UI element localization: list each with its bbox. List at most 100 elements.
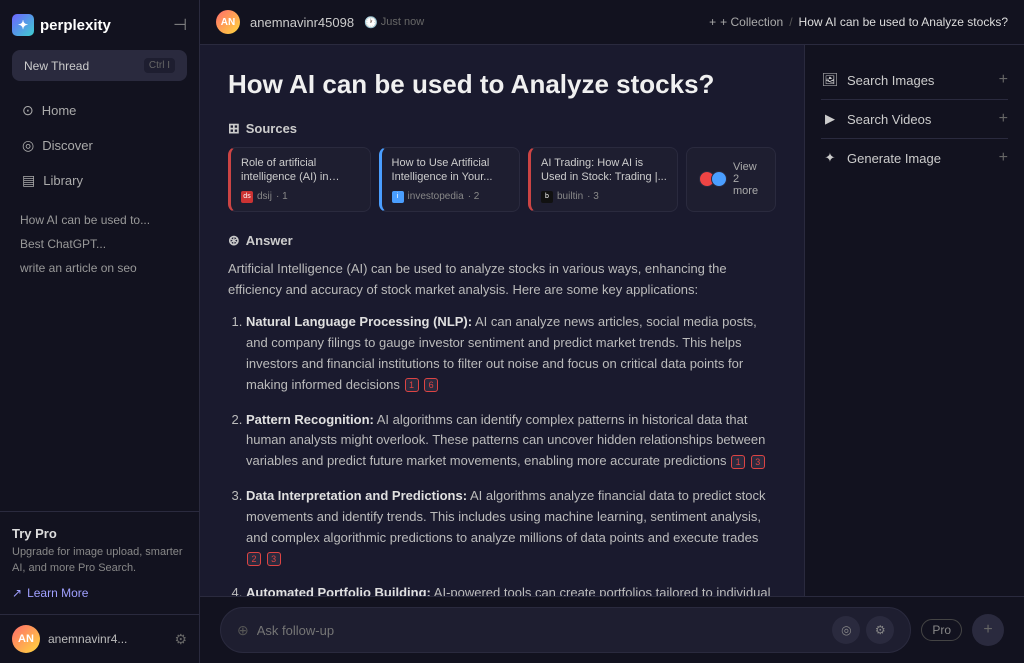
sidebar-item-discover-label: Discover: [42, 138, 93, 153]
sidebar-header: ✦ perplexity ⊣: [0, 0, 199, 50]
answer-header: ⊛ Answer: [228, 232, 776, 249]
answer-intro: Artificial Intelligence (AI) can be used…: [228, 259, 776, 301]
list-item: Pattern Recognition: AI algorithms can i…: [246, 410, 776, 472]
citation[interactable]: 6: [424, 378, 438, 392]
home-icon: ⊙: [22, 102, 34, 119]
plus-icon: +: [709, 15, 716, 29]
source-meta-1: ds dsij · 1: [241, 191, 360, 203]
new-thread-button[interactable]: New Thread Ctrl I: [12, 50, 187, 81]
view-more-avatars: [699, 171, 727, 187]
mode-icons: ◎ ⚙: [832, 616, 894, 644]
sidebar-item-home[interactable]: ⊙ Home: [8, 94, 191, 127]
search-images-plus: +: [999, 71, 1008, 89]
sources-section: ⊞ Sources Role of artificial intelligenc…: [228, 120, 776, 212]
clock-icon: 🕐: [364, 16, 378, 29]
generate-image-plus: +: [999, 149, 1008, 167]
search-videos-action[interactable]: ▶ Search Videos +: [821, 100, 1008, 139]
settings-button[interactable]: ⚙: [174, 631, 187, 648]
list-item-bold: Automated Portfolio Building:: [246, 585, 431, 596]
generate-image-label: Generate Image: [847, 151, 941, 166]
content-area: How AI can be used to Analyze stocks? ⊞ …: [200, 45, 1024, 596]
search-images-action[interactable]: 🖼 Search Images +: [821, 61, 1008, 100]
try-pro-section: Try Pro Upgrade for image upload, smarte…: [0, 511, 199, 614]
search-images-label: Search Images: [847, 73, 934, 88]
search-videos-icon: ▶: [821, 110, 839, 128]
source-domain-1: dsij: [257, 191, 272, 202]
mini-avatar-2: [711, 171, 727, 187]
submit-button[interactable]: +: [972, 614, 1004, 646]
source-meta-3: b builtin · 3: [541, 191, 667, 203]
topbar-user-avatar: AN: [216, 10, 240, 34]
sidebar-item-library-label: Library: [43, 173, 83, 188]
arrow-icon: ↗: [12, 586, 22, 600]
source-card-1[interactable]: Role of artificial intelligence (AI) in …: [228, 147, 371, 212]
answer-list: Natural Language Processing (NLP): AI ca…: [228, 312, 776, 596]
ask-followup-container[interactable]: ⊕ ◎ ⚙: [220, 607, 911, 653]
topbar-time: 🕐 Just now: [364, 16, 424, 29]
source-title-1: Role of artificial intelligence (AI) in …: [241, 156, 360, 185]
list-item-bold: Pattern Recognition:: [246, 412, 374, 427]
topbar: AN anemnavinr45098 🕐 Just now + + Collec…: [200, 0, 1024, 45]
topbar-username: anemnavinr45098: [250, 15, 354, 30]
answer-label: Answer: [246, 233, 293, 248]
breadcrumb: + + Collection / How AI can be used to A…: [709, 15, 1008, 29]
breadcrumb-collection[interactable]: + + Collection: [709, 15, 783, 29]
breadcrumb-current: How AI can be used to Analyze stocks?: [799, 15, 1008, 29]
citation[interactable]: 3: [751, 455, 765, 469]
sidebar-item-discover[interactable]: ◎ Discover: [8, 129, 191, 162]
search-videos-label: Search Videos: [847, 112, 931, 127]
search-videos-plus: +: [999, 110, 1008, 128]
sources-header: ⊞ Sources: [228, 120, 776, 137]
citation[interactable]: 1: [731, 455, 745, 469]
sources-label: Sources: [246, 121, 297, 136]
new-thread-label: New Thread: [24, 59, 89, 73]
sources-grid: Role of artificial intelligence (AI) in …: [228, 147, 776, 212]
panel-action-left: 🖼 Search Images: [821, 71, 934, 89]
citation[interactable]: 2: [247, 552, 261, 566]
answer-pane: How AI can be used to Analyze stocks? ⊞ …: [200, 45, 804, 596]
list-item-bold: Data Interpretation and Predictions:: [246, 488, 467, 503]
answer-icon: ⊛: [228, 232, 240, 249]
generate-image-action[interactable]: ✦ Generate Image +: [821, 139, 1008, 177]
topbar-left: AN anemnavinr45098 🕐 Just now: [216, 10, 424, 34]
logo-icon: ✦: [12, 14, 34, 36]
answer-section: ⊛ Answer Artificial Intelligence (AI) ca…: [228, 232, 776, 596]
try-pro-description: Upgrade for image upload, smarter AI, an…: [12, 545, 187, 576]
mode-button-2[interactable]: ⚙: [866, 616, 894, 644]
panel-action-left: ▶ Search Videos: [821, 110, 931, 128]
library-item[interactable]: How AI can be used to...: [14, 208, 185, 232]
source-domain-3: builtin: [557, 191, 583, 202]
source-domain-2: investopedia: [408, 191, 464, 202]
source-favicon-2: i: [392, 191, 404, 203]
try-pro-title: Try Pro: [12, 526, 187, 541]
citation[interactable]: 3: [267, 552, 281, 566]
learn-more-label: Learn More: [27, 586, 88, 600]
generate-image-icon: ✦: [821, 149, 839, 167]
citation[interactable]: 1: [405, 378, 419, 392]
list-item: Natural Language Processing (NLP): AI ca…: [246, 312, 776, 395]
pro-badge[interactable]: Pro: [921, 619, 962, 641]
right-panel: 🖼 Search Images + ▶ Search Videos + ✦ Ge…: [804, 45, 1024, 596]
source-card-3[interactable]: AI Trading: How AI is Used in Stock: Tra…: [528, 147, 678, 212]
followup-input[interactable]: [257, 623, 825, 638]
sidebar-item-home-label: Home: [42, 103, 77, 118]
learn-more-button[interactable]: ↗ Learn More: [12, 586, 88, 600]
sidebar-item-library[interactable]: ▤ Library: [8, 164, 191, 197]
mode-button-1[interactable]: ◎: [832, 616, 860, 644]
source-title-3: AI Trading: How AI is Used in Stock: Tra…: [541, 156, 667, 185]
library-icon: ▤: [22, 172, 35, 189]
followup-icon: ⊕: [237, 622, 249, 639]
view-more-card[interactable]: View 2 more: [686, 147, 776, 212]
library-item[interactable]: Best ChatGPT...: [14, 232, 185, 256]
collapse-button[interactable]: ⊣: [173, 15, 187, 35]
new-thread-shortcut: Ctrl I: [144, 58, 175, 73]
source-title-2: How to Use Artificial Intelligence in Yo…: [392, 156, 509, 185]
library-item[interactable]: write an article on seo: [14, 256, 185, 280]
logo: ✦ perplexity: [12, 14, 111, 36]
sources-icon: ⊞: [228, 120, 240, 137]
source-card-2[interactable]: How to Use Artificial Intelligence in Yo…: [379, 147, 520, 212]
source-favicon-1: ds: [241, 191, 253, 203]
list-item: Data Interpretation and Predictions: AI …: [246, 486, 776, 569]
bottom-bar: ⊕ ◎ ⚙ Pro +: [200, 596, 1024, 663]
main-content: AN anemnavinr45098 🕐 Just now + + Collec…: [200, 0, 1024, 663]
